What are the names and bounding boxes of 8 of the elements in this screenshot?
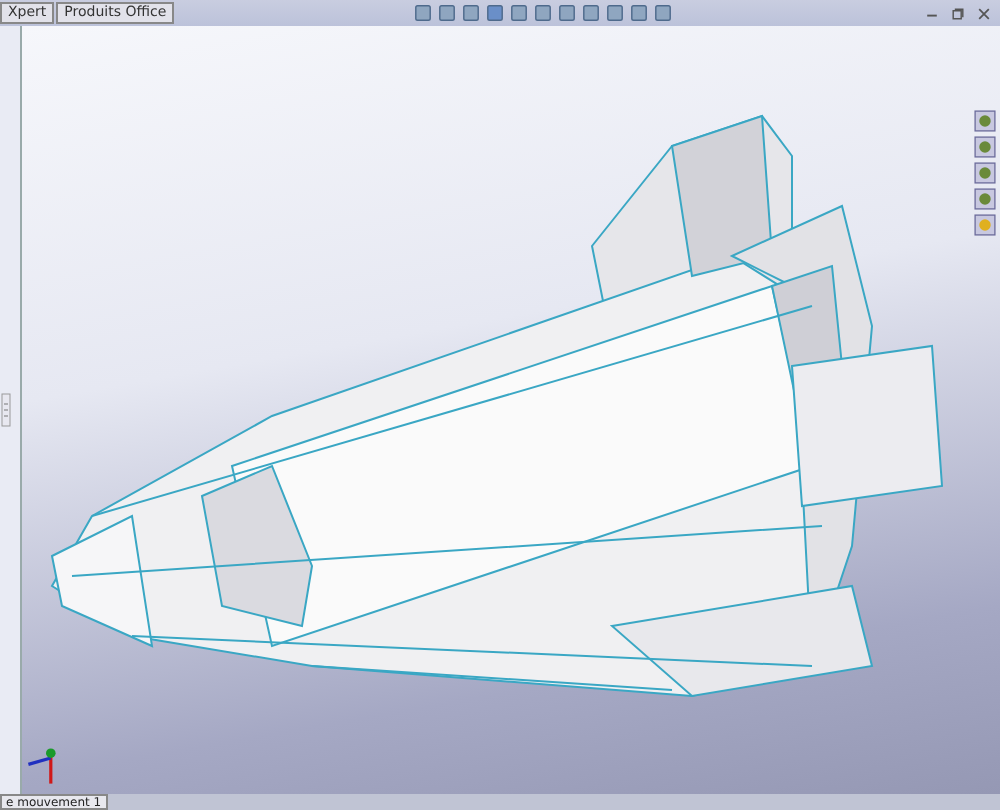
task-pane-icon[interactable] <box>974 214 996 236</box>
panel-grip-icon[interactable] <box>0 390 12 430</box>
task-pane-icon[interactable] <box>974 110 996 132</box>
task-pane-icon[interactable] <box>974 162 996 184</box>
restore-icon[interactable] <box>950 5 966 21</box>
close-icon[interactable] <box>976 5 992 21</box>
task-pane-icon[interactable] <box>974 136 996 158</box>
task-pane-icon[interactable] <box>974 188 996 210</box>
